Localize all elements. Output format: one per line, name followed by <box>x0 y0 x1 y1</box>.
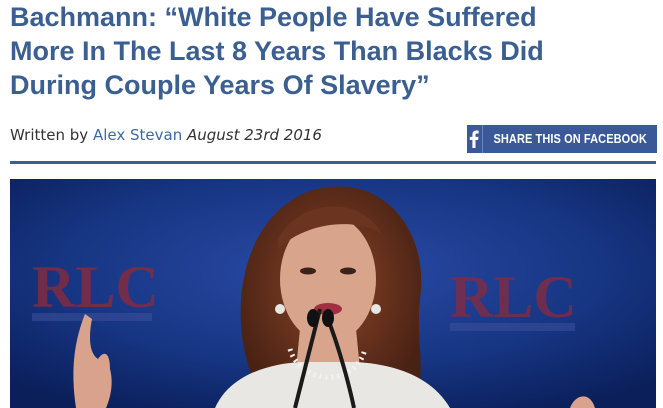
backdrop-logo-left: RLC <box>32 254 159 320</box>
backdrop-logo-right: RLC <box>450 264 577 330</box>
share-button-label: SHARE THIS ON FACEBOOK <box>493 132 647 146</box>
article: Bachmann: “White People Have Suffered Mo… <box>0 0 663 408</box>
headline-line-2: More In The Last 8 Years Than Blacks Did <box>10 36 544 66</box>
headline-line-1: Bachmann: “White People Have Suffered <box>10 2 537 32</box>
headline-line-3: During Couple Years Of Slavery” <box>10 70 430 100</box>
facebook-icon <box>467 125 483 153</box>
share-facebook-button[interactable]: SHARE THIS ON FACEBOOK <box>467 125 657 153</box>
publish-date: August 23rd 2016 <box>186 126 322 144</box>
header-divider <box>10 161 656 164</box>
article-photo: RLC RLC <box>10 179 656 408</box>
author-link[interactable]: Alex Stevan <box>93 126 182 144</box>
article-headline: Bachmann: “White People Have Suffered Mo… <box>10 0 660 102</box>
byline: Written by Alex Stevan August 23rd 2016 <box>10 126 322 144</box>
byline-prefix: Written by <box>10 126 89 144</box>
